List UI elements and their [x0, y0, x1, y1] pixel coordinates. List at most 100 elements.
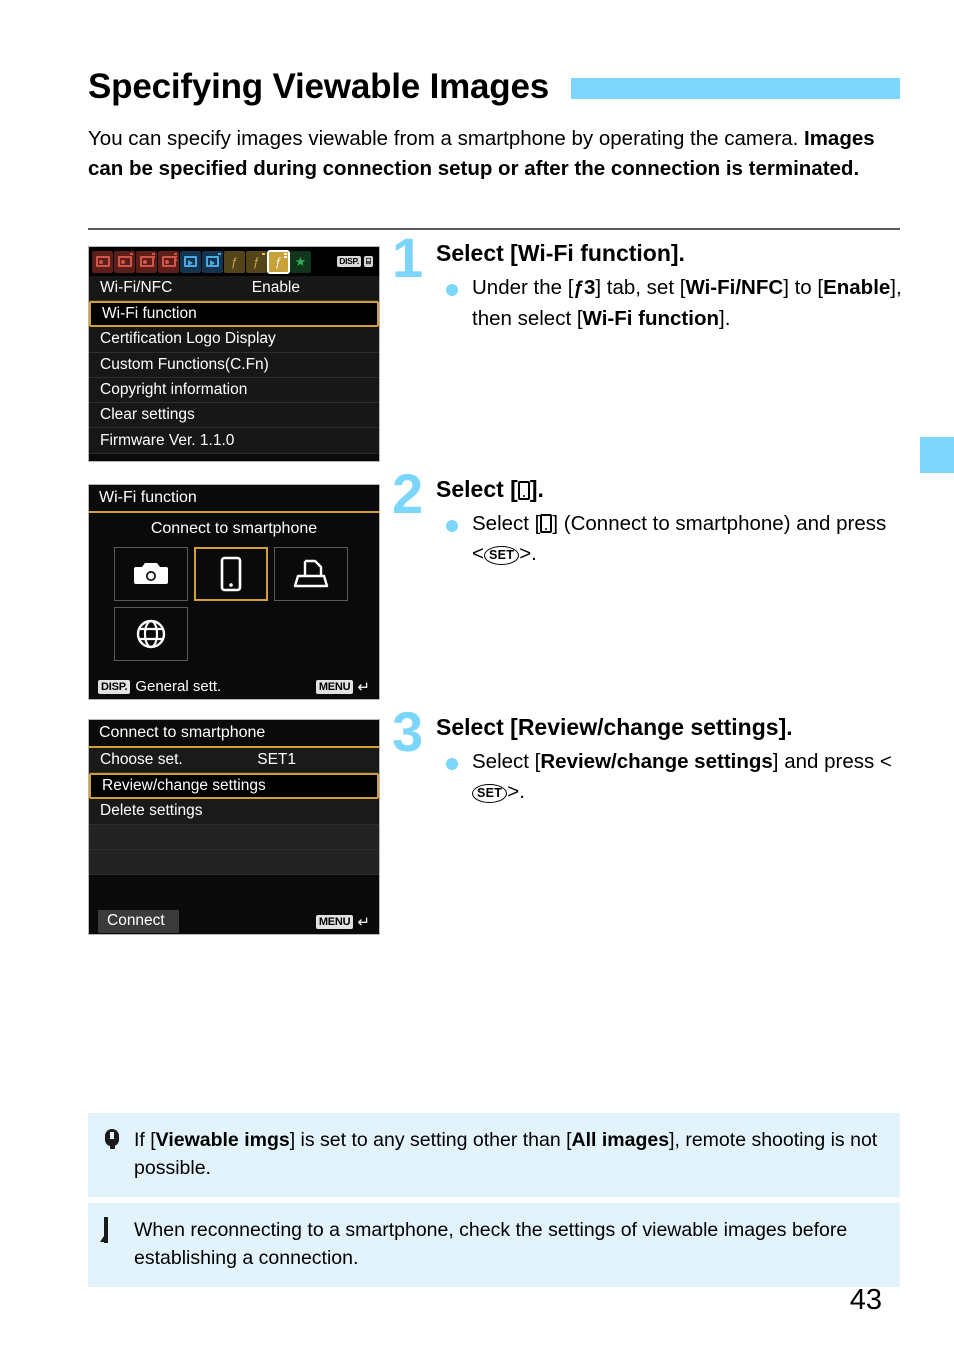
camera-screenshot-setup-menu: ƒ ƒ ƒ ★ DISP. ⌸ Wi-Fi/NFC Enable Wi-Fi f… [88, 246, 380, 462]
step-text: ] tab, set [ [595, 276, 686, 299]
lcd2-footer: DISP. General sett. MENU ↵ [89, 674, 379, 699]
wifi-option-web-service[interactable] [114, 607, 188, 661]
smartphone-icon [219, 556, 243, 592]
step-number: 2 [392, 462, 424, 525]
title-accent-bar [571, 77, 900, 99]
wifi-option-printer[interactable] [274, 547, 348, 601]
menu-row-certification-logo[interactable]: Certification Logo Display [89, 327, 379, 353]
step-2: 2 Select []. Select [] (Connect to smart… [392, 466, 902, 569]
globe-icon [135, 618, 167, 650]
caution-note: If [Viewable imgs] is set to any setting… [88, 1113, 900, 1197]
step-text-bold: Wi-Fi function [582, 307, 719, 330]
menu-row-copyright-information[interactable]: Copyright information [89, 377, 379, 404]
lcd2-header: Wi-Fi function [89, 485, 379, 513]
caution-icon [102, 1126, 124, 1152]
step-text: >. [519, 542, 537, 565]
smartphone-icon [540, 514, 553, 533]
menu-label: Copyright information [100, 381, 248, 399]
menu-label: Custom Functions(C.Fn) [100, 355, 269, 373]
disp-chip: DISP. [337, 256, 361, 267]
row-blank-1 [89, 824, 379, 850]
step-detail: Select [Review/change settings] and pres… [436, 747, 902, 807]
step-title: Select [Wi-Fi function]. [436, 240, 685, 266]
step-text-bold: 3 [584, 276, 596, 299]
menu-row-clear-settings[interactable]: Clear settings [89, 403, 379, 429]
row-delete-settings[interactable]: Delete settings [89, 799, 379, 825]
step-text: ] to [ [783, 276, 824, 299]
tab-shooting-2 [114, 250, 135, 273]
step-title-suffix: ]. [529, 476, 544, 502]
step-text: ] and press < [772, 750, 892, 773]
wrench-icon: ƒ [573, 278, 584, 299]
tab-shooting-4 [158, 250, 179, 273]
step-text: ]. [719, 307, 731, 330]
camera-screenshot-connect-to-smartphone: Connect to smartphone Choose set. SET1 R… [88, 719, 380, 935]
menu-value: Enable [251, 279, 300, 297]
wifi-option-camera[interactable] [114, 547, 188, 601]
menu-label: Wi-Fi/NFC [100, 279, 173, 297]
tab-setup-2: ƒ [246, 250, 267, 273]
step-number: 1 [392, 226, 424, 289]
step-detail: Under the [ƒ3] tab, set [Wi-Fi/NFC] to [… [436, 273, 902, 334]
tab-playback-2 [202, 250, 223, 273]
menu-row-firmware-version[interactable]: Firmware Ver. 1.1.0 [89, 428, 379, 454]
step-text: >. [507, 780, 525, 803]
connect-button[interactable]: Connect [98, 910, 179, 933]
row-label: Review/change settings [102, 777, 266, 795]
step-title: Select []. [436, 474, 902, 504]
set-button-icon: SET [472, 784, 508, 803]
row-label: Delete settings [100, 802, 203, 820]
step-3: 3 Select [Review/change settings]. Selec… [392, 704, 902, 807]
tab-setup-3-selected: ƒ [267, 249, 290, 274]
tab-setup-1: ƒ [224, 250, 245, 273]
step-text: Under the [ [472, 276, 574, 299]
row-blank-2 [89, 849, 379, 876]
step-1: 1 Select [Wi-Fi function]. Under the [ƒ3… [392, 230, 902, 334]
row-review-change-settings[interactable]: Review/change settings [89, 773, 379, 800]
camera-screenshot-wifi-function: Wi-Fi function Connect to smartphone DIS… [88, 484, 380, 700]
step-text-bold: Review/change settings [540, 750, 773, 773]
return-arrow-icon: ↵ [357, 678, 370, 696]
menu-row-wifi-function[interactable]: Wi-Fi function [89, 301, 379, 328]
menu-label: Clear settings [100, 406, 195, 424]
note-text-bold: All images [571, 1129, 670, 1151]
step-detail: Select [] (Connect to smartphone) and pr… [436, 509, 902, 569]
disp-corner-indicator: DISP. ⌸ [337, 256, 376, 267]
return-arrow-icon: ↵ [357, 913, 370, 931]
note-text: If [ [134, 1129, 156, 1151]
row-choose-set[interactable]: Choose set. SET1 [89, 748, 379, 774]
note-text: ] is set to any setting other than [ [289, 1129, 572, 1151]
smartphone-icon [517, 481, 530, 500]
step-text: Select [ [472, 512, 541, 535]
menu-chip: MENU [315, 679, 354, 694]
wifi-option-smartphone[interactable] [194, 547, 268, 601]
note-icon [100, 1216, 124, 1243]
page-title: Specifying Viewable Images [88, 66, 550, 106]
chapter-edge-marker [920, 437, 954, 473]
tab-shooting-1 [92, 250, 113, 273]
step-text-bold: Wi-Fi/NFC [685, 276, 784, 299]
lcd3-header: Connect to smartphone [89, 720, 379, 748]
intro-plain-text: You can specify images viewable from a s… [88, 127, 804, 150]
tab-shooting-3 [136, 250, 157, 273]
set-button-icon: SET [483, 546, 520, 565]
camera-icon [132, 560, 170, 588]
printer-icon [293, 558, 329, 590]
menu-label: Wi-Fi function [102, 305, 197, 323]
menu-label: Certification Logo Display [100, 330, 276, 348]
note-text: When reconnecting to a smartphone, check… [134, 1219, 848, 1269]
info-note: When reconnecting to a smartphone, check… [88, 1203, 900, 1287]
general-settings-label[interactable]: General sett. [135, 678, 221, 695]
row-label: Choose set. [100, 751, 183, 769]
disp-chip: DISP. [98, 679, 131, 694]
step-text: Select [ [472, 750, 541, 773]
note-text-bold: Viewable imgs [155, 1129, 290, 1151]
menu-row-wifi-nfc[interactable]: Wi-Fi/NFC Enable [89, 276, 379, 302]
menu-row-custom-functions[interactable]: Custom Functions(C.Fn) [89, 352, 379, 378]
wifi-function-grid [114, 547, 354, 661]
step-number: 3 [392, 700, 424, 763]
row-value: SET1 [257, 751, 296, 769]
menu-chip: MENU [315, 914, 354, 929]
menu-label: Firmware Ver. 1.1.0 [100, 431, 235, 449]
section-divider [88, 228, 900, 230]
